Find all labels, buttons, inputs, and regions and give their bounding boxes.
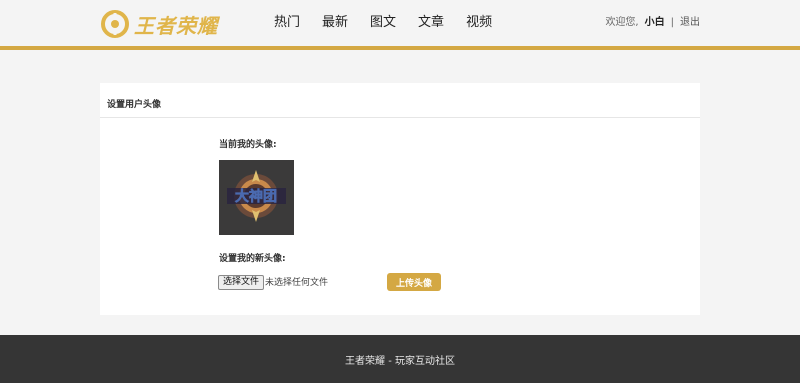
current-avatar-image: 大神团 [219,160,294,235]
file-status-text: 未选择任何文件 [265,278,329,288]
user-separator: | [670,17,674,28]
new-avatar-label: 设置我的新头像: [219,254,286,264]
logo-text: 王者荣耀 [134,13,218,38]
logo-emblem-icon [100,9,130,39]
avatar-lettering: 大神团 [235,188,277,205]
nav-item-videos[interactable]: 视频 [466,15,492,31]
nav-item-latest[interactable]: 最新 [322,15,348,31]
choose-file-button[interactable]: 选择文件 [218,275,265,290]
main-nav: 热门 最新 图文 文章 视频 [274,15,514,31]
username-link[interactable]: 小白 [645,16,665,30]
nav-item-articles[interactable]: 文章 [418,15,444,31]
footer-text: 王者荣耀 - 玩家互动社区 [345,355,455,367]
upload-avatar-button[interactable]: 上传头像 [387,273,441,291]
site-footer: 王者荣耀 - 玩家互动社区 [0,335,800,383]
panel-header: 设置用户头像 [100,83,700,118]
avatar-settings-panel: 设置用户头像 当前我的头像: 大神团 设置我的新头像: 选择文件 未选择任何文件… [100,83,700,315]
user-area: 欢迎您, 小白 | 退出 [605,16,700,30]
nav-item-image-text[interactable]: 图文 [370,15,396,31]
current-avatar-label: 当前我的头像: [219,140,277,150]
panel-title: 设置用户头像 [107,99,162,110]
logout-link[interactable]: 退出 [680,16,700,30]
welcome-text: 欢迎您, [605,17,639,28]
site-logo[interactable]: 王者荣耀 [100,9,218,39]
site-header: 王者荣耀 热门 最新 图文 文章 视频 欢迎您, 小白 | 退出 [0,0,800,46]
nav-item-hot[interactable]: 热门 [274,15,300,31]
header-accent-bar [0,46,800,50]
